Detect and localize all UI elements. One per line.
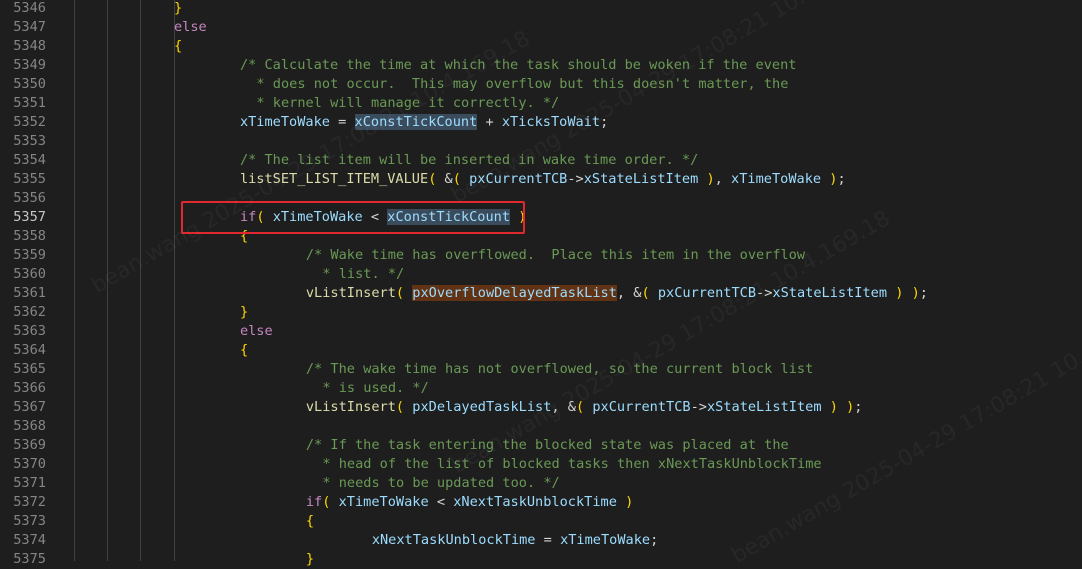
line-number: 5373 bbox=[13, 513, 46, 529]
code-line[interactable]: 5366 * is used. */ bbox=[0, 379, 1082, 398]
code-text: * needs to be updated too. */ bbox=[322, 475, 560, 491]
code-line[interactable]: 5346} bbox=[0, 0, 1082, 18]
code-line[interactable]: 5374 xNextTaskUnblockTime = xTimeToWake; bbox=[0, 531, 1082, 550]
code-line[interactable]: 5375 } bbox=[0, 550, 1082, 569]
code-line[interactable]: 5367 vListInsert( pxDelayedTaskList, &( … bbox=[0, 398, 1082, 417]
code-line[interactable]: 5356 bbox=[0, 189, 1082, 208]
code-line[interactable]: 5369 /* If the task entering the blocked… bbox=[0, 436, 1082, 455]
code-text: * kernel will manage it correctly. */ bbox=[256, 95, 560, 111]
line-number: 5350 bbox=[13, 76, 46, 92]
line-number: 5348 bbox=[13, 38, 46, 54]
code-line[interactable]: 5372 if( xTimeToWake < xNextTaskUnblockT… bbox=[0, 493, 1082, 512]
code-line[interactable]: 5368 bbox=[0, 417, 1082, 436]
line-number: 5354 bbox=[13, 152, 46, 168]
code-line[interactable]: 5350 * does not occur. This may overflow… bbox=[0, 75, 1082, 94]
line-number: 5364 bbox=[13, 342, 46, 358]
code-text: } bbox=[305, 551, 315, 567]
line-number: 5346 bbox=[13, 0, 46, 16]
code-text: /* Calculate the time at which the task … bbox=[239, 57, 797, 73]
code-text: /* The list item will be inserted in wak… bbox=[239, 152, 699, 168]
code-line[interactable]: 5371 * needs to be updated too. */ bbox=[0, 474, 1082, 493]
code-text: /* The wake time has not overflowed, so … bbox=[305, 361, 814, 377]
code-line[interactable]: 5370 * head of the list of blocked tasks… bbox=[0, 455, 1082, 474]
line-number: 5363 bbox=[13, 323, 46, 339]
code-line[interactable]: 5349 /* Calculate the time at which the … bbox=[0, 56, 1082, 75]
code-line[interactable]: 5353 bbox=[0, 132, 1082, 151]
line-number: 5355 bbox=[13, 171, 46, 187]
code-line[interactable]: 5373 { bbox=[0, 512, 1082, 531]
line-number: 5360 bbox=[13, 266, 46, 282]
line-number: 5374 bbox=[13, 532, 46, 548]
code-line[interactable]: 5347 else bbox=[0, 18, 1082, 37]
highlight-box bbox=[181, 201, 525, 234]
line-number: 5352 bbox=[13, 114, 46, 130]
line-number: 5370 bbox=[13, 456, 46, 472]
code-line[interactable]: 5351 * kernel will manage it correctly. … bbox=[0, 94, 1082, 113]
line-number: 5353 bbox=[13, 133, 46, 149]
code-line[interactable]: 5365 /* The wake time has not overflowed… bbox=[0, 360, 1082, 379]
code-text: * list. */ bbox=[322, 266, 405, 282]
code-line[interactable]: 5359 /* Wake time has overflowed. Place … bbox=[0, 246, 1082, 265]
code-text: xTimeToWake = xConstTickCount + xTicksTo… bbox=[239, 114, 609, 130]
code-text: } bbox=[239, 304, 249, 320]
code-text: { bbox=[174, 38, 183, 54]
code-editor[interactable]: 5346} 5347 else 5348{5349 /* Calculate the … bbox=[0, 0, 1082, 569]
line-number: 5362 bbox=[13, 304, 46, 320]
code-line[interactable]: 5355 listSET_LIST_ITEM_VALUE( &( pxCurre… bbox=[0, 170, 1082, 189]
code-line[interactable]: 5358 { bbox=[0, 227, 1082, 246]
line-number: 5347 bbox=[13, 19, 46, 35]
code-text: vListInsert( pxOverflowDelayedTaskList, … bbox=[305, 285, 928, 301]
code-text: } bbox=[174, 0, 183, 16]
line-number: 5371 bbox=[13, 475, 46, 491]
code-line[interactable]: 5363 else bbox=[0, 322, 1082, 341]
code-text: listSET_LIST_ITEM_VALUE( &( pxCurrentTCB… bbox=[239, 171, 846, 187]
line-number: 5361 bbox=[13, 285, 46, 301]
line-number: 5369 bbox=[13, 437, 46, 453]
code-text: /* Wake time has overflowed. Place this … bbox=[305, 247, 806, 263]
code-text: * does not occur. This may overflow but … bbox=[256, 76, 789, 92]
line-number: 5351 bbox=[13, 95, 46, 111]
code-line[interactable]: 5361 vListInsert( pxOverflowDelayedTaskL… bbox=[0, 284, 1082, 303]
code-line[interactable]: 5348 { bbox=[0, 37, 1082, 56]
code-text: /* If the task entering the blocked stat… bbox=[305, 437, 789, 453]
line-number: 5357 bbox=[13, 209, 46, 225]
code-line[interactable]: 5364 { bbox=[0, 341, 1082, 360]
code-line[interactable]: 5360 * list. */ bbox=[0, 265, 1082, 284]
line-number: 5358 bbox=[13, 228, 46, 244]
line-number: 5356 bbox=[13, 190, 46, 206]
code-line[interactable]: 5354 /* The list item will be inserted i… bbox=[0, 151, 1082, 170]
line-number: 5365 bbox=[13, 361, 46, 377]
code-text: { bbox=[305, 513, 315, 529]
code-text: else bbox=[239, 323, 273, 339]
line-number: 5368 bbox=[13, 418, 46, 434]
line-number: 5366 bbox=[13, 380, 46, 396]
line-number: 5367 bbox=[13, 399, 46, 415]
code-line[interactable]: 5362 } bbox=[0, 303, 1082, 322]
line-number: 5375 bbox=[13, 551, 46, 567]
code-text: * head of the list of blocked tasks then… bbox=[322, 456, 822, 472]
code-text: vListInsert( pxDelayedTaskList, &( pxCur… bbox=[305, 399, 863, 415]
line-number: 5359 bbox=[13, 247, 46, 263]
code-text: xNextTaskUnblockTime = xTimeToWake; bbox=[371, 532, 659, 548]
code-line[interactable]: 5352 xTimeToWake = xConstTickCount + xTi… bbox=[0, 113, 1082, 132]
code-text: * is used. */ bbox=[322, 380, 429, 396]
code-line[interactable]: 5357 if( xTimeToWake < xConstTickCount ) bbox=[0, 208, 1082, 227]
code-text: { bbox=[239, 342, 249, 358]
line-number: 5372 bbox=[13, 494, 46, 510]
code-text: else bbox=[174, 19, 207, 35]
code-text: if( xTimeToWake < xNextTaskUnblockTime ) bbox=[305, 494, 634, 510]
line-number: 5349 bbox=[13, 57, 46, 73]
